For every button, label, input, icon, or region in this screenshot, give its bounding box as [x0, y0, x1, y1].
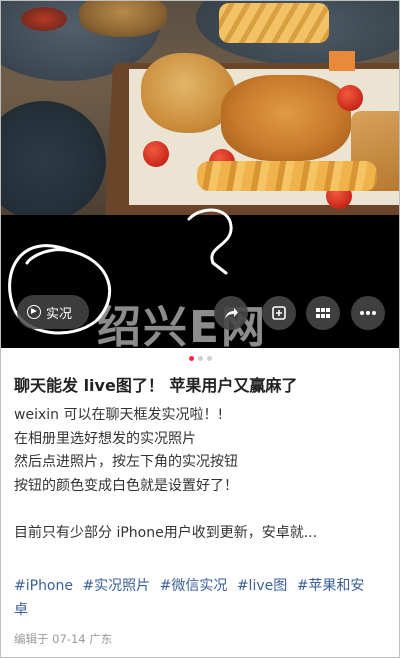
fries [197, 161, 377, 191]
more-icon [360, 311, 376, 315]
hashtag-link[interactable]: #live图 [237, 578, 287, 594]
pagination-dot [206, 356, 212, 361]
sauce-cup [21, 7, 67, 31]
hashtag-list: #iPhone #实况照片 #微信实况 #live图 #苹果和安 卓 [14, 574, 389, 622]
flag-pick [329, 51, 355, 71]
post-photo[interactable]: 实况 绍兴E网 [1, 1, 399, 348]
live-play-icon [27, 305, 41, 319]
share-icon [225, 308, 238, 319]
add-button[interactable] [262, 296, 296, 330]
food-image [1, 1, 399, 215]
burger [79, 1, 167, 37]
fries [219, 3, 329, 43]
body-line: 然后点进照片，按左下角的实况按钮 [14, 454, 238, 470]
post-edit-meta: 编辑于 07-14 广东 [14, 632, 113, 646]
body-line-empty [14, 498, 389, 522]
nuggets [221, 75, 351, 161]
bowl [1, 101, 106, 215]
body-line: 目前只有少部分 iPhone用户收到更新，安卓就... [14, 524, 318, 541]
live-photo-button[interactable]: 实况 [17, 295, 89, 329]
plus-icon [272, 306, 286, 320]
share-button[interactable] [214, 296, 248, 330]
more-button[interactable] [351, 296, 385, 330]
hashtag-link[interactable]: #苹果和安 [297, 578, 365, 594]
post-title: 聊天能发 live图了！ 苹果用户又赢麻了 [14, 376, 298, 395]
body-line: 按钮的颜色变成白色就是设置好了！ [14, 477, 238, 494]
grid-icon [316, 308, 330, 318]
hashtag-link[interactable]: 卓 [14, 602, 28, 618]
pagination-dot [197, 356, 203, 361]
body-line: 在相册里选好想发的实况照片 [14, 430, 196, 447]
tomato [337, 85, 363, 111]
hashtag-link[interactable]: #微信实况 [160, 578, 228, 594]
grid-button[interactable] [306, 296, 340, 330]
hashtag-link[interactable]: #实况照片 [82, 578, 150, 594]
body-line: weixin 可以在聊天框发实况啦！! [14, 407, 224, 423]
tomato [143, 141, 169, 167]
image-pagination [1, 356, 399, 361]
pagination-dot-active [188, 356, 194, 361]
hashtag-link[interactable]: #iPhone [14, 578, 73, 594]
live-button-label: 实况 [46, 306, 73, 322]
post-body: weixin 可以在聊天框发实况啦！! 在相册里选好想发的实况照片 然后点进照片… [14, 404, 389, 545]
